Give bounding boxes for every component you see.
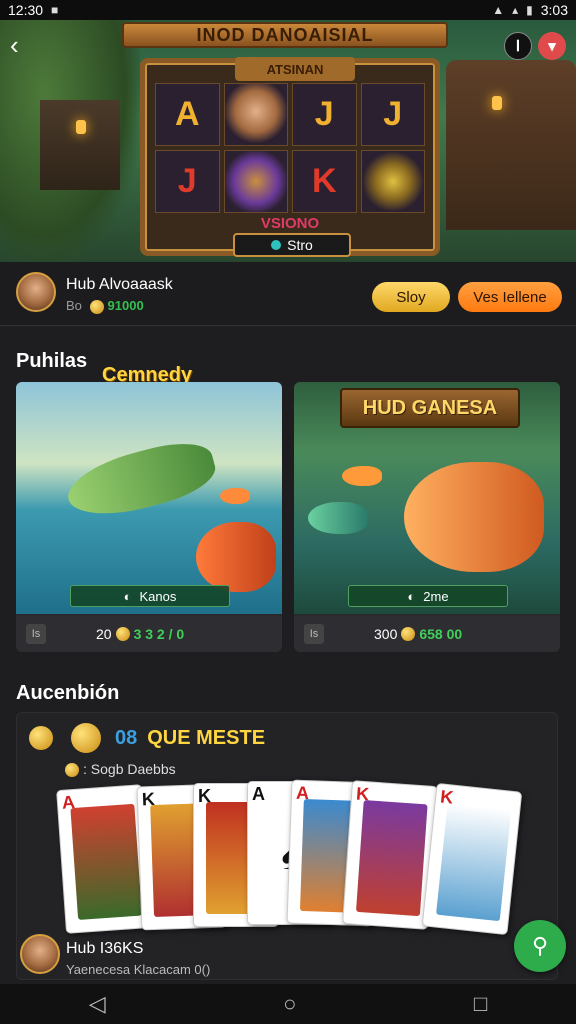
coin-icon bbox=[89, 299, 104, 314]
primary-action-button[interactable]: Ves Iellene bbox=[458, 282, 562, 312]
card-tag: Is bbox=[304, 624, 324, 644]
slot-subtitle: VSIONO bbox=[260, 215, 320, 232]
card-footer: Is 300 658 00 bbox=[294, 616, 560, 652]
game-art bbox=[16, 382, 282, 614]
slot-machine: ATSINAN A J J J K VSIONO Stro bbox=[140, 57, 440, 257]
card-tag: Is bbox=[26, 624, 46, 644]
header-title: QUE MESTE bbox=[147, 726, 266, 749]
spin-button[interactable]: Stro bbox=[233, 233, 351, 257]
slot-header: ATSINAN bbox=[235, 57, 355, 81]
card-game-title: HUD GANESA bbox=[340, 388, 520, 428]
profile-fab[interactable]: ⚲ bbox=[514, 920, 566, 972]
card-banner: ◐ Kanos bbox=[70, 585, 230, 607]
hero-hut-right bbox=[446, 60, 576, 230]
fish-illustration bbox=[308, 502, 368, 534]
bottom-user-sub: Yaenecesa Klacacam 0() bbox=[66, 962, 211, 977]
reel-symbol-character bbox=[223, 83, 288, 146]
status-bar: 12:30 ■ ▲ ▴ ▮ 3:03 bbox=[0, 0, 576, 20]
nav-back-button[interactable]: ◁ bbox=[89, 991, 106, 1017]
hero-hut-left bbox=[40, 100, 120, 190]
card-banner: ◐ 2me bbox=[348, 585, 508, 607]
battery-icon: ▮ bbox=[526, 3, 533, 17]
reel-symbol: J bbox=[360, 83, 425, 146]
hero-banner: ‹ INOD DANOAISIAL Ⅰ ▾ ATSINAN A J J J K … bbox=[0, 20, 576, 262]
game-art: HUD GANESA bbox=[294, 382, 560, 614]
lantern-icon bbox=[492, 96, 502, 110]
banner-icon: ◐ bbox=[123, 588, 132, 604]
game-card[interactable]: HUD GANESA ◐ 2me Is 300 658 00 bbox=[294, 382, 560, 652]
coin-icon bbox=[65, 763, 79, 778]
lantern-icon bbox=[76, 120, 86, 134]
reel-symbol: J bbox=[155, 150, 220, 213]
info-icon[interactable]: Ⅰ bbox=[504, 32, 532, 60]
nav-home-button[interactable]: ○ bbox=[283, 991, 296, 1017]
notification-icon: ■ bbox=[51, 3, 59, 17]
game-card[interactable]: ◐ Kanos Is 20 3 3 2 / 0 bbox=[16, 382, 282, 652]
hero-title-banner: INOD DANOAISIAL bbox=[122, 22, 448, 48]
fish-illustration bbox=[196, 522, 276, 592]
user-name: Hub Alvoaaask bbox=[66, 276, 173, 293]
cards-header: 08 QUE MESTE bbox=[25, 723, 265, 753]
status-right-time: 3:03 bbox=[540, 2, 568, 18]
reel-symbol: J bbox=[292, 83, 357, 146]
wifi-icon: ▲ bbox=[492, 3, 505, 17]
back-button[interactable]: ‹ bbox=[10, 30, 19, 61]
nav-recent-button[interactable]: □ bbox=[474, 991, 487, 1017]
fish-illustration bbox=[404, 462, 544, 572]
avatar[interactable] bbox=[20, 934, 60, 974]
cards-subtitle: : Sogb Daebbs bbox=[61, 761, 176, 778]
fish-illustration bbox=[220, 488, 250, 504]
user-balance: Bo 91000 bbox=[66, 298, 144, 314]
slot-button[interactable]: Sloy bbox=[372, 282, 450, 312]
reel-symbol-fish bbox=[360, 150, 425, 213]
banner-icon: ◐ bbox=[407, 588, 416, 604]
reel-symbol: A bbox=[155, 83, 220, 146]
card-footer: Is 20 3 3 2 / 0 bbox=[16, 616, 282, 652]
menu-dropdown-icon[interactable]: ▾ bbox=[538, 32, 566, 60]
header-number: 08 bbox=[115, 726, 138, 749]
user-icon: ⚲ bbox=[531, 933, 549, 958]
section-title: Puhilas bbox=[16, 350, 88, 372]
spin-icon bbox=[271, 240, 282, 250]
signal-icon: ▴ bbox=[512, 3, 519, 17]
coin-icon bbox=[71, 723, 101, 753]
status-time: 12:30 bbox=[8, 2, 44, 18]
reel-symbol: K bbox=[292, 150, 357, 213]
navigation-bar: ◁ ○ □ bbox=[0, 984, 576, 1024]
coin-icon bbox=[29, 726, 53, 750]
avatar[interactable] bbox=[16, 272, 56, 312]
fish-illustration bbox=[61, 433, 221, 527]
reel-symbol-mask bbox=[223, 150, 288, 213]
reel-grid: A J J J K bbox=[155, 83, 425, 213]
coin-icon bbox=[401, 627, 416, 641]
spin-label: Stro bbox=[287, 237, 313, 253]
playing-card[interactable]: K bbox=[421, 782, 523, 936]
fish-illustration bbox=[342, 466, 382, 486]
coin-icon bbox=[115, 627, 130, 641]
section-title: Aucenbión bbox=[16, 682, 120, 704]
hero-title: INOD DANOAISIAL bbox=[196, 24, 374, 45]
bottom-user-name: Hub I36KS bbox=[66, 940, 144, 957]
